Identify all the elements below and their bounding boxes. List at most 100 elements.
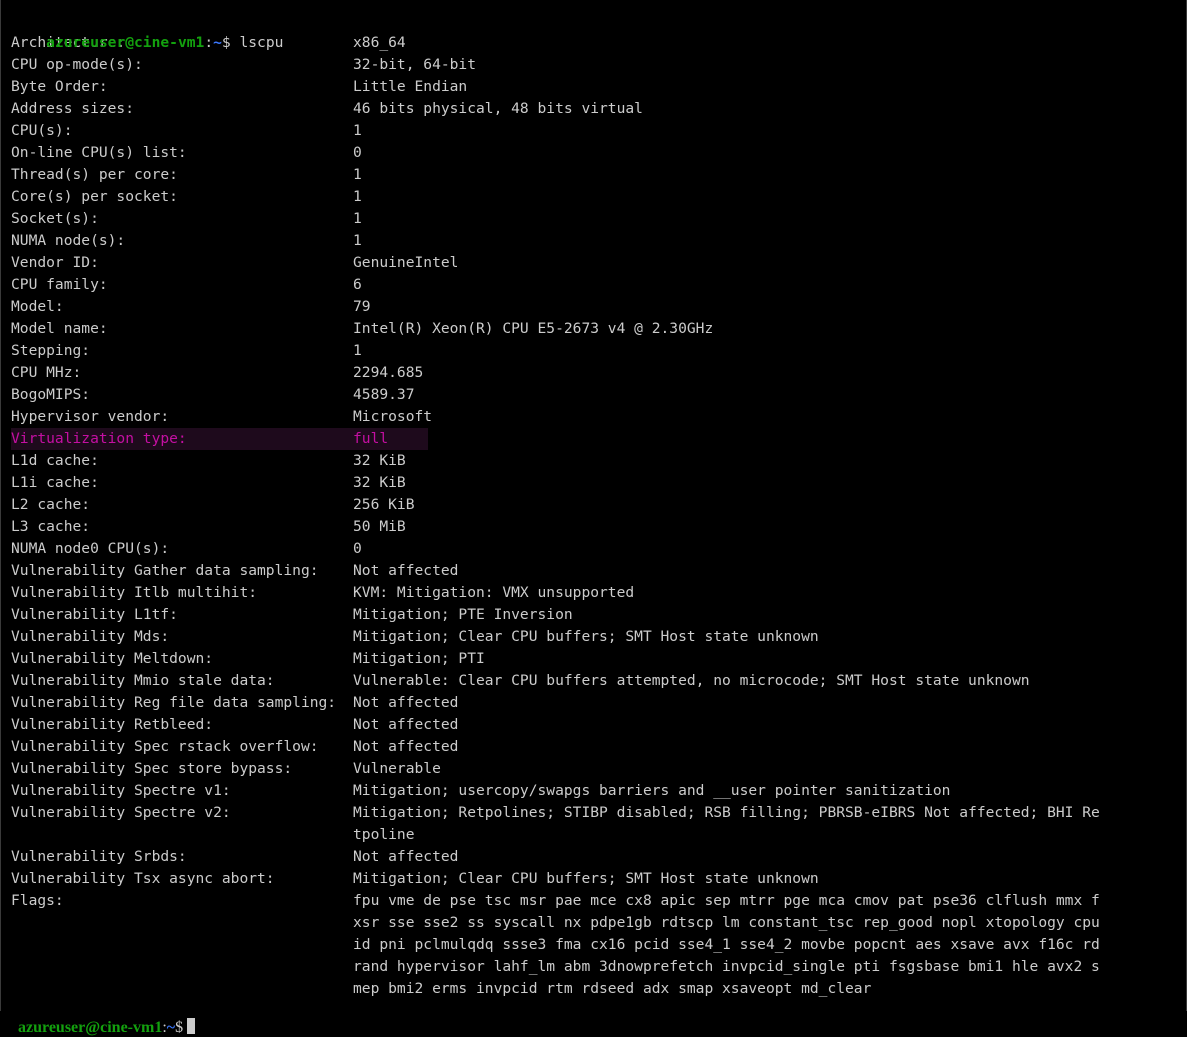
field-name: Address sizes: [11,100,135,117]
field-name: L1d cache: [11,452,99,469]
field-value: KVM: Mitigation: VMX unsupported [353,584,635,601]
field-value: 32 KiB [353,474,406,491]
prompt-path: ~ [213,34,222,51]
output-row: Vulnerability Mmio stale data: Vulnerable… [11,670,1186,692]
field-name: Vulnerability Spectre v2: [11,804,231,821]
field-value: 6 [353,276,362,293]
terminal-window[interactable]: azureuser@cine-vm1:~$ lscpu Architecture… [0,0,1187,1011]
field-value: 2294.685 [353,364,424,381]
field-name: Virtualization type: [11,430,187,447]
field-value: GenuineIntel [353,254,459,271]
field-value: 79 [353,298,371,315]
field-name: Vulnerability Mds: [11,628,170,645]
field-value: full [353,430,389,447]
field-name: Socket(s): [11,210,99,227]
field-value: Not affected [353,848,459,865]
field-value: Microsoft [353,408,433,425]
field-name: Stepping: [11,342,91,359]
field-name: CPU family: [11,276,108,293]
field-value: Mitigation; Clear CPU buffers; SMT Host … [353,870,819,887]
field-name: Model: [11,298,64,315]
output-row: Vulnerability Spectre v1: Mitigation; use… [11,780,1186,802]
field-name: Vulnerability Srbds: [11,848,187,865]
output-row: Vulnerability Spec store bypass: Vulnerab… [11,758,1186,780]
output-row: Socket(s): 1 [11,208,1186,230]
field-name: Vulnerability Itlb multihit: [11,584,258,601]
field-value: 1 [353,188,362,205]
output-row: Vulnerability Retbleed: Not affected [11,714,1186,736]
output-row: L1i cache: 32 KiB [11,472,1186,494]
output-row: Vulnerability Srbds: Not affected [11,846,1186,868]
output-row: BogoMIPS: 4589.37 [11,384,1186,406]
field-name: NUMA node0 CPU(s): [11,540,170,557]
field-name: CPU MHz: [11,364,82,381]
field-value: Not affected [353,562,459,579]
field-name: CPU op-mode(s): [11,56,143,73]
field-value: Mitigation; Clear CPU buffers; SMT Host … [353,628,819,645]
field-value: Not affected [353,694,459,711]
output-row: Vulnerability Tsx async abort: Mitigation… [11,868,1186,890]
field-name: Vendor ID: [11,254,99,271]
next-prompt-line[interactable]: azureuser@cine-vm1:~$ [10,1000,196,1036]
output-row: Vulnerability Itlb multihit: KVM: Mitigat… [11,582,1186,604]
output-row: Vulnerability L1tf: Mitigation; PTE Inver… [11,604,1186,626]
output-row: L2 cache: 256 KiB [11,494,1186,516]
field-value: x86_64 [353,34,406,51]
output-row: Virtualization type: full [11,428,428,450]
output-row: CPU family: 6 [11,274,1186,296]
prompt-symbol: $ [221,34,240,51]
output-row: Model name: Intel(R) Xeon(R) CPU E5-2673 … [11,318,1186,340]
next-prompt-symbol: $ [175,1019,188,1036]
field-value: 46 bits physical, 48 bits virtual [353,100,643,117]
field-name: Vulnerability Meltdown: [11,650,214,667]
output-row: L3 cache: 50 MiB [11,516,1186,538]
field-name: Model name: [11,320,108,337]
field-value: Mitigation; Retpolines; STIBP disabled; … [353,804,1100,843]
field-name: Vulnerability L1tf: [11,606,178,623]
next-prompt-user-host: azureuser@cine-vm1 [18,1019,163,1036]
field-value: Not affected [353,716,459,733]
prompt-user-host: azureuser@cine-vm1 [46,34,205,51]
field-value: 1 [353,210,362,227]
prompt-separator: : [204,34,214,51]
output-row: Vulnerability Gather data sampling: Not a… [11,560,1186,582]
field-value: 1 [353,122,362,139]
field-name: CPU(s): [11,122,73,139]
output-row: L1d cache: 32 KiB [11,450,1186,472]
output-row: Vulnerability Mds: Mitigation; Clear CPU … [11,626,1186,648]
field-name: Vulnerability Gather data sampling: [11,562,319,579]
text-cursor [187,1018,196,1034]
field-name: Vulnerability Spec store bypass: [11,760,293,777]
field-value: Vulnerable: Clear CPU buffers attempted,… [353,672,1030,689]
output-row: Model: 79 [11,296,1186,318]
field-value: 32-bit, 64-bit [353,56,477,73]
field-value: 256 KiB [353,496,415,513]
command-prompt-line: azureuser@cine-vm1:~$ lscpu [11,10,1186,51]
field-value: Little Endian [353,78,468,95]
field-value: Vulnerable [353,760,441,777]
field-value: Not affected [353,738,459,755]
field-name: L3 cache: [11,518,91,535]
field-name: Vulnerability Spec rstack overflow: [11,738,319,755]
command-output: Architecture: x86_64 CPU op-mode(s): 32-bit… [11,32,1186,1000]
field-name: On-line CPU(s) list: [11,144,187,161]
field-value: Mitigation; PTE Inversion [353,606,573,623]
field-name: Core(s) per socket: [11,188,178,205]
field-name: Vulnerability Spectre v1: [11,782,231,799]
output-row: Address sizes: 46 bits physical, 48 bits … [11,98,1186,120]
field-name: Flags: [11,892,64,909]
field-value: Intel(R) Xeon(R) CPU E5-2673 v4 @ 2.30GH… [353,320,714,337]
field-name: NUMA node(s): [11,232,126,249]
output-row: Byte Order: Little Endian [11,76,1186,98]
output-row: Flags: fpu vme de pse tsc msr pae mce cx8… [11,890,1186,1000]
field-name: Byte Order: [11,78,108,95]
field-value: Mitigation; usercopy/swapgs barriers and… [353,782,951,799]
output-row: Stepping: 1 [11,340,1186,362]
field-value: 4589.37 [353,386,415,403]
field-name: L2 cache: [11,496,91,513]
output-row: NUMA node0 CPU(s): 0 [11,538,1186,560]
output-row: Vulnerability Meltdown: Mitigation; PTI [11,648,1186,670]
output-row: Core(s) per socket: 1 [11,186,1186,208]
field-name: Thread(s) per core: [11,166,178,183]
output-row: Vulnerability Spectre v2: Mitigation; Ret… [11,802,1186,846]
